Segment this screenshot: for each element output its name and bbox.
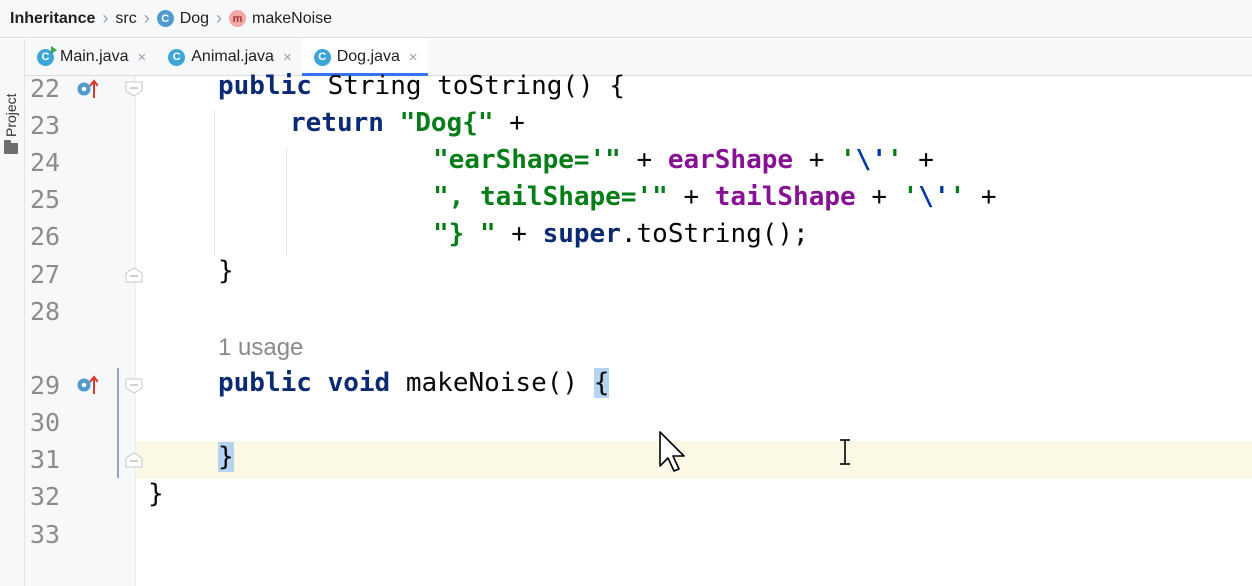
code-line-29: public void makeNoise() { bbox=[218, 368, 610, 398]
editor-gutter[interactable]: 22 23 24 25 26 27 28 29 30 31 32 33 bbox=[25, 74, 143, 586]
line-number: 29 bbox=[30, 371, 61, 400]
line-number: 32 bbox=[30, 482, 61, 511]
line-number: 27 bbox=[30, 260, 61, 289]
tab-label: Animal.java bbox=[191, 48, 274, 65]
code-line-26: "} " + super.toString(); bbox=[433, 219, 809, 249]
line-number: 23 bbox=[30, 111, 61, 140]
line-number: 25 bbox=[30, 185, 61, 214]
vcs-change-marker[interactable] bbox=[117, 368, 119, 478]
line-number: 33 bbox=[30, 520, 61, 549]
mouse-pointer-icon bbox=[659, 431, 685, 472]
line-number: 31 bbox=[30, 445, 61, 474]
code-line-27: } bbox=[218, 256, 234, 286]
line-number: 22 bbox=[30, 74, 61, 103]
code-line-23: return "Dog{" + bbox=[290, 108, 525, 138]
folder-icon[interactable] bbox=[4, 140, 18, 154]
code-line-31: } bbox=[218, 442, 234, 472]
code-line-22: public String toString() { bbox=[218, 71, 625, 101]
class-icon: C bbox=[313, 48, 331, 66]
fold-end-icon[interactable] bbox=[125, 267, 143, 283]
breadcrumb-folder[interactable]: src bbox=[115, 10, 136, 28]
fold-end-icon[interactable] bbox=[125, 452, 143, 468]
matched-brace-open: { bbox=[593, 368, 610, 398]
navigation-breadcrumb: Inheritance › src › C Dog › m makeNoise bbox=[0, 0, 1252, 38]
breadcrumb-method-label: makeNoise bbox=[252, 9, 333, 27]
close-icon[interactable]: × bbox=[409, 49, 418, 66]
close-icon[interactable]: × bbox=[283, 49, 292, 66]
fold-collapse-icon[interactable] bbox=[125, 81, 143, 97]
chevron-right-icon: › bbox=[102, 8, 109, 28]
text-cursor-icon bbox=[840, 439, 850, 465]
chevron-right-icon: › bbox=[216, 8, 223, 28]
project-tool-window-button[interactable]: Project bbox=[3, 93, 19, 137]
indent-guide bbox=[286, 148, 287, 256]
tab-main-java[interactable]: C Main.java × bbox=[25, 39, 156, 75]
code-line-24: "earShape='" + earShape + '\'' + bbox=[433, 145, 934, 175]
tab-dog-java[interactable]: C Dog.java × bbox=[301, 39, 428, 76]
code-editor[interactable]: 22 23 24 25 26 27 28 29 30 31 32 33 publ… bbox=[25, 71, 1252, 586]
line-number: 26 bbox=[30, 222, 61, 251]
tool-window-strip: Project bbox=[0, 39, 25, 586]
matched-brace-close: } bbox=[218, 442, 234, 472]
overrides-method-icon[interactable] bbox=[76, 78, 98, 100]
indent-guide bbox=[214, 110, 215, 256]
runnable-class-icon: C bbox=[37, 45, 57, 66]
editor-tabs: C Main.java × C Animal.java × C Dog.java… bbox=[25, 39, 1252, 76]
line-number: 30 bbox=[30, 408, 61, 437]
chevron-right-icon: › bbox=[143, 8, 150, 28]
current-line-highlight bbox=[25, 441, 1252, 479]
tab-label: Dog.java bbox=[336, 48, 400, 65]
fold-collapse-icon[interactable] bbox=[125, 378, 143, 394]
breadcrumb-class[interactable]: C Dog bbox=[156, 9, 210, 28]
line-number: 28 bbox=[30, 297, 61, 326]
class-icon: C bbox=[168, 48, 186, 66]
breadcrumb-method[interactable]: m makeNoise bbox=[229, 10, 332, 28]
line-number: 24 bbox=[30, 148, 61, 177]
method-icon: m bbox=[229, 10, 247, 27]
overrides-method-icon[interactable] bbox=[76, 374, 98, 396]
breadcrumb-class-label: Dog bbox=[179, 9, 210, 27]
breadcrumb-project[interactable]: Inheritance bbox=[10, 10, 95, 28]
tab-animal-java[interactable]: C Animal.java × bbox=[156, 39, 301, 75]
code-line-32: } bbox=[148, 479, 164, 509]
tab-label: Main.java bbox=[60, 48, 129, 65]
close-icon[interactable]: × bbox=[137, 49, 146, 66]
usage-hint[interactable]: 1 usage bbox=[218, 334, 303, 362]
class-icon: C bbox=[156, 10, 174, 27]
code-line-25: ", tailShape='" + tailShape + '\'' + bbox=[433, 182, 997, 212]
